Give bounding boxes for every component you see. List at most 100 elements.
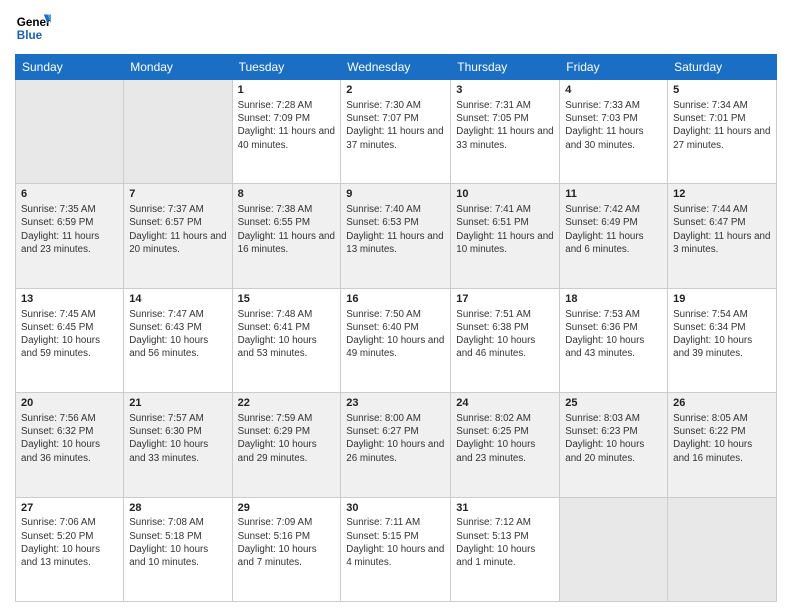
calendar-cell: 15Sunrise: 7:48 AM Sunset: 6:41 PM Dayli… [232,288,341,392]
calendar-cell: 26Sunrise: 8:05 AM Sunset: 6:22 PM Dayli… [668,393,777,497]
day-info: Sunrise: 8:00 AM Sunset: 6:27 PM Dayligh… [346,412,445,465]
day-number: 4 [565,83,662,98]
day-info: Sunrise: 7:06 AM Sunset: 5:20 PM Dayligh… [21,516,118,569]
calendar-week-row: 13Sunrise: 7:45 AM Sunset: 6:45 PM Dayli… [16,288,777,392]
calendar-cell [560,497,668,601]
day-number: 1 [238,83,336,98]
day-info: Sunrise: 7:54 AM Sunset: 6:34 PM Dayligh… [673,308,771,361]
day-number: 16 [346,292,445,307]
day-info: Sunrise: 7:28 AM Sunset: 7:09 PM Dayligh… [238,99,336,152]
day-info: Sunrise: 7:38 AM Sunset: 6:55 PM Dayligh… [238,203,336,256]
day-number: 2 [346,83,445,98]
day-info: Sunrise: 7:35 AM Sunset: 6:59 PM Dayligh… [21,203,118,256]
calendar-header-sunday: Sunday [16,55,124,80]
day-number: 15 [238,292,336,307]
day-number: 23 [346,396,445,411]
svg-text:Blue: Blue [17,29,43,42]
day-number: 27 [21,501,118,516]
calendar-cell: 24Sunrise: 8:02 AM Sunset: 6:25 PM Dayli… [451,393,560,497]
calendar-cell: 6Sunrise: 7:35 AM Sunset: 6:59 PM Daylig… [16,184,124,288]
calendar-cell: 29Sunrise: 7:09 AM Sunset: 5:16 PM Dayli… [232,497,341,601]
day-number: 20 [21,396,118,411]
calendar-header-row: SundayMondayTuesdayWednesdayThursdayFrid… [16,55,777,80]
calendar-cell: 19Sunrise: 7:54 AM Sunset: 6:34 PM Dayli… [668,288,777,392]
day-info: Sunrise: 7:59 AM Sunset: 6:29 PM Dayligh… [238,412,336,465]
calendar-cell [668,497,777,601]
day-number: 30 [346,501,445,516]
day-info: Sunrise: 7:11 AM Sunset: 5:15 PM Dayligh… [346,516,445,569]
day-info: Sunrise: 8:05 AM Sunset: 6:22 PM Dayligh… [673,412,771,465]
calendar-cell: 18Sunrise: 7:53 AM Sunset: 6:36 PM Dayli… [560,288,668,392]
day-number: 5 [673,83,771,98]
logo-icon: General Blue [15,10,51,46]
day-info: Sunrise: 7:48 AM Sunset: 6:41 PM Dayligh… [238,308,336,361]
calendar-cell [124,80,232,184]
header: General Blue [15,10,777,46]
day-number: 6 [21,187,118,202]
day-info: Sunrise: 7:12 AM Sunset: 5:13 PM Dayligh… [456,516,554,569]
calendar-header-wednesday: Wednesday [341,55,451,80]
calendar-cell: 30Sunrise: 7:11 AM Sunset: 5:15 PM Dayli… [341,497,451,601]
calendar-cell: 16Sunrise: 7:50 AM Sunset: 6:40 PM Dayli… [341,288,451,392]
calendar-cell: 14Sunrise: 7:47 AM Sunset: 6:43 PM Dayli… [124,288,232,392]
day-number: 12 [673,187,771,202]
calendar-table: SundayMondayTuesdayWednesdayThursdayFrid… [15,54,777,602]
logo: General Blue [15,10,51,46]
calendar-cell: 4Sunrise: 7:33 AM Sunset: 7:03 PM Daylig… [560,80,668,184]
calendar-header-tuesday: Tuesday [232,55,341,80]
day-number: 28 [129,501,226,516]
calendar-week-row: 6Sunrise: 7:35 AM Sunset: 6:59 PM Daylig… [16,184,777,288]
day-info: Sunrise: 7:47 AM Sunset: 6:43 PM Dayligh… [129,308,226,361]
calendar-week-row: 1Sunrise: 7:28 AM Sunset: 7:09 PM Daylig… [16,80,777,184]
day-number: 25 [565,396,662,411]
day-info: Sunrise: 7:57 AM Sunset: 6:30 PM Dayligh… [129,412,226,465]
day-number: 18 [565,292,662,307]
day-info: Sunrise: 7:08 AM Sunset: 5:18 PM Dayligh… [129,516,226,569]
calendar-cell: 12Sunrise: 7:44 AM Sunset: 6:47 PM Dayli… [668,184,777,288]
calendar-cell: 13Sunrise: 7:45 AM Sunset: 6:45 PM Dayli… [16,288,124,392]
day-info: Sunrise: 7:42 AM Sunset: 6:49 PM Dayligh… [565,203,662,256]
calendar-cell [16,80,124,184]
calendar-week-row: 20Sunrise: 7:56 AM Sunset: 6:32 PM Dayli… [16,393,777,497]
day-number: 31 [456,501,554,516]
calendar-header-thursday: Thursday [451,55,560,80]
calendar-week-row: 27Sunrise: 7:06 AM Sunset: 5:20 PM Dayli… [16,497,777,601]
calendar-cell: 3Sunrise: 7:31 AM Sunset: 7:05 PM Daylig… [451,80,560,184]
calendar-cell: 1Sunrise: 7:28 AM Sunset: 7:09 PM Daylig… [232,80,341,184]
day-info: Sunrise: 7:40 AM Sunset: 6:53 PM Dayligh… [346,203,445,256]
calendar-cell: 7Sunrise: 7:37 AM Sunset: 6:57 PM Daylig… [124,184,232,288]
day-info: Sunrise: 7:53 AM Sunset: 6:36 PM Dayligh… [565,308,662,361]
calendar-header-saturday: Saturday [668,55,777,80]
day-info: Sunrise: 7:41 AM Sunset: 6:51 PM Dayligh… [456,203,554,256]
day-info: Sunrise: 7:44 AM Sunset: 6:47 PM Dayligh… [673,203,771,256]
day-number: 11 [565,187,662,202]
day-info: Sunrise: 7:31 AM Sunset: 7:05 PM Dayligh… [456,99,554,152]
day-info: Sunrise: 8:02 AM Sunset: 6:25 PM Dayligh… [456,412,554,465]
day-number: 21 [129,396,226,411]
calendar-cell: 8Sunrise: 7:38 AM Sunset: 6:55 PM Daylig… [232,184,341,288]
calendar-cell: 27Sunrise: 7:06 AM Sunset: 5:20 PM Dayli… [16,497,124,601]
day-info: Sunrise: 7:34 AM Sunset: 7:01 PM Dayligh… [673,99,771,152]
calendar-cell: 28Sunrise: 7:08 AM Sunset: 5:18 PM Dayli… [124,497,232,601]
calendar-cell: 5Sunrise: 7:34 AM Sunset: 7:01 PM Daylig… [668,80,777,184]
page: General Blue SundayMondayTuesdayWednesda… [0,0,792,612]
day-info: Sunrise: 7:30 AM Sunset: 7:07 PM Dayligh… [346,99,445,152]
day-info: Sunrise: 7:45 AM Sunset: 6:45 PM Dayligh… [21,308,118,361]
day-info: Sunrise: 8:03 AM Sunset: 6:23 PM Dayligh… [565,412,662,465]
day-number: 19 [673,292,771,307]
calendar-cell: 11Sunrise: 7:42 AM Sunset: 6:49 PM Dayli… [560,184,668,288]
day-info: Sunrise: 7:51 AM Sunset: 6:38 PM Dayligh… [456,308,554,361]
day-info: Sunrise: 7:09 AM Sunset: 5:16 PM Dayligh… [238,516,336,569]
day-info: Sunrise: 7:33 AM Sunset: 7:03 PM Dayligh… [565,99,662,152]
calendar-cell: 20Sunrise: 7:56 AM Sunset: 6:32 PM Dayli… [16,393,124,497]
day-number: 22 [238,396,336,411]
calendar-cell: 17Sunrise: 7:51 AM Sunset: 6:38 PM Dayli… [451,288,560,392]
day-number: 26 [673,396,771,411]
day-number: 10 [456,187,554,202]
day-number: 24 [456,396,554,411]
day-number: 29 [238,501,336,516]
calendar-cell: 9Sunrise: 7:40 AM Sunset: 6:53 PM Daylig… [341,184,451,288]
calendar-cell: 25Sunrise: 8:03 AM Sunset: 6:23 PM Dayli… [560,393,668,497]
day-info: Sunrise: 7:37 AM Sunset: 6:57 PM Dayligh… [129,203,226,256]
day-number: 17 [456,292,554,307]
